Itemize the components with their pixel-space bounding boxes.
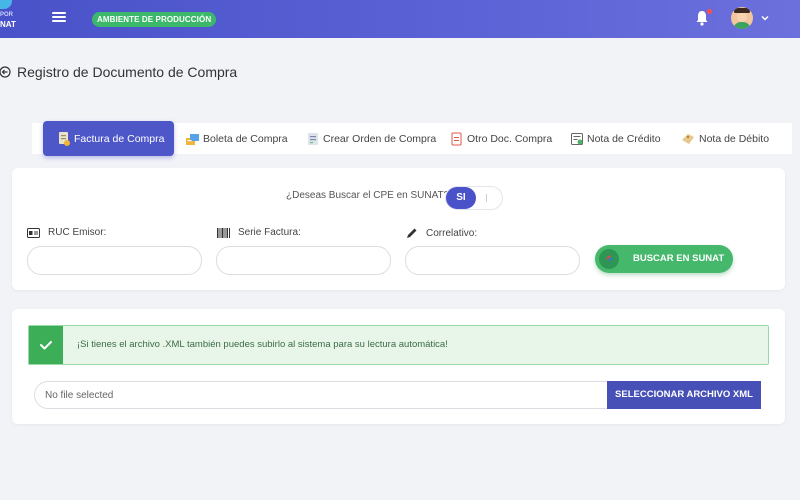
tab-otro-doc-compra[interactable]: Otro Doc. Compra [450,123,552,154]
back-arrow-icon[interactable] [0,66,11,78]
tab-label: Otro Doc. Compra [467,132,553,145]
tab-nota-de-debito[interactable]: Nota de Débito [681,123,769,154]
barcode-icon [217,227,230,238]
debit-note-icon [682,133,694,144]
tab-boleta-de-compra[interactable]: Boleta de Compra [185,123,288,154]
xml-info-alert: ¡Si tienes el archivo .XML también puede… [28,325,769,365]
toggle-on-label: SI [446,187,476,209]
invoice-icon [59,131,70,146]
tab-label: Nota de Débito [699,132,770,145]
hamburger-menu-icon[interactable] [52,12,66,24]
top-bar: POR NAT AMBIENTE DE PRODUCCIÓN [0,0,800,38]
document-tabs: Factura de Compra Boleta de Compra Crear… [32,121,792,156]
credit-note-icon [571,132,583,145]
tab-label: Crear Orden de Compra [323,132,437,145]
search-sunat-toggle[interactable]: SI [445,186,503,210]
field-label-text: Serie Factura: [238,227,301,238]
sunat-logo-icon [599,249,619,269]
field-label-text: Correlativo: [426,228,478,239]
tab-label: Factura de Compra [74,132,165,145]
button-label: BUSCAR EN SUNAT [633,253,725,264]
logo-mark [0,0,12,9]
correlativo-input[interactable] [405,246,580,275]
file-status-text: No file selected [45,390,114,401]
serie-factura-label: Serie Factura: [217,227,301,238]
field-label-text: RUC Emisor: [48,227,107,238]
buscar-en-sunat-button[interactable]: BUSCAR EN SUNAT [595,245,733,273]
logo-text-top: POR [0,12,14,18]
tab-label: Nota de Crédito [587,132,661,145]
xml-upload-card: ¡Si tienes el archivo .XML también puede… [12,309,785,424]
page-title: Registro de Documento de Compra [17,64,238,80]
correlativo-label: Correlativo: [405,227,477,240]
chevron-down-icon[interactable] [760,13,770,23]
avatar[interactable] [731,7,753,29]
toggle-off-marker [486,194,487,202]
id-card-icon [27,227,40,238]
alert-message: ¡Si tienes el archivo .XML también puede… [77,339,448,350]
tab-factura-de-compra[interactable]: Factura de Compra [43,121,175,156]
order-icon [308,132,318,145]
pencil-icon [407,228,417,238]
environment-badge: AMBIENTE DE PRODUCCIÓN [92,12,217,27]
document-icon [451,132,462,145]
check-icon [29,326,63,364]
ruc-emisor-label: RUC Emisor: [27,227,106,238]
select-xml-button[interactable]: SELECCIONAR ARCHIVO XML [607,381,761,409]
serie-factura-input[interactable] [216,246,391,275]
tab-crear-orden-de-compra[interactable]: Crear Orden de Compra [306,123,436,154]
tab-nota-de-credito[interactable]: Nota de Crédito [570,123,661,154]
tab-label: Boleta de Compra [203,132,288,145]
sunat-search-card: ¿Deseas Buscar el CPE en SUNAT? SI RUC E… [12,168,785,290]
app-logo[interactable]: POR NAT [0,0,22,30]
notification-dot [707,9,712,14]
receipt-icon [186,133,199,145]
search-question-label: ¿Deseas Buscar el CPE en SUNAT? [286,190,450,201]
ruc-emisor-input[interactable] [27,246,202,275]
logo-text-bottom: NAT [0,20,16,29]
